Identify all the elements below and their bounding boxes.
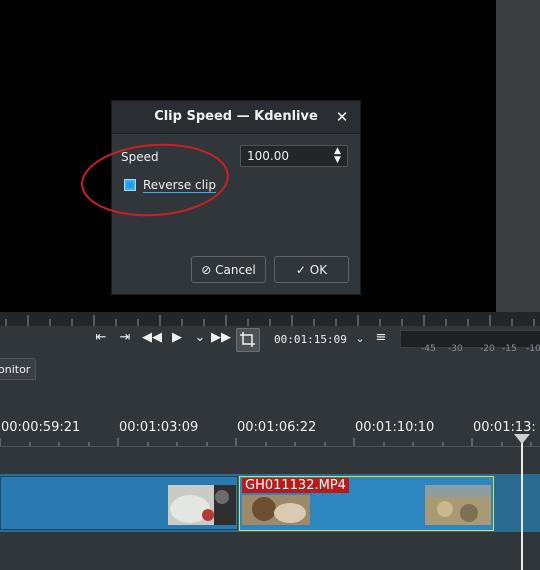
ok-button[interactable]: ✓ OK <box>274 256 349 283</box>
playhead-marker-icon[interactable] <box>514 434 530 444</box>
timecode-display[interactable]: 00:01:15:09 <box>274 333 347 346</box>
fast-forward-icon[interactable]: ▶▶ <box>210 330 232 345</box>
clip-thumbnail <box>168 485 236 525</box>
ok-label: OK <box>309 263 328 277</box>
timeline-time-label: 00:01:10:10 <box>355 420 435 435</box>
cancel-icon: ⊘ <box>201 263 212 277</box>
set-zone-out-icon[interactable]: ⇥ <box>114 330 136 345</box>
monitor-ruler[interactable] <box>0 312 540 327</box>
rewind-icon[interactable]: ◀◀ <box>141 330 163 345</box>
panel-tab-bar <box>0 354 540 382</box>
meter-label: -45 <box>421 344 436 354</box>
playhead[interactable] <box>521 436 523 570</box>
timeline-time-label: 00:01:13: <box>473 420 536 435</box>
clip-thumbnail <box>425 485 491 525</box>
meter-label: -10 <box>526 344 540 354</box>
tab-monitor[interactable]: onitor <box>0 358 36 380</box>
timeline-clip[interactable] <box>0 476 238 530</box>
side-panel <box>496 0 540 312</box>
crop-icon[interactable] <box>236 328 260 352</box>
cancel-button[interactable]: ⊘ Cancel <box>191 256 266 283</box>
spin-down-icon[interactable]: ▼ <box>334 155 341 165</box>
speed-spinbox[interactable]: 100.00 ▲ ▼ <box>240 145 348 167</box>
dialog-titlebar: Clip Speed — Kdenlive ✕ <box>112 101 360 134</box>
tab-monitor-label: onitor <box>0 363 31 376</box>
menu-icon[interactable]: ≡ <box>370 330 392 345</box>
play-icon[interactable]: ▶ <box>166 330 188 345</box>
close-icon[interactable]: ✕ <box>332 107 352 127</box>
cancel-label: Cancel <box>215 263 256 277</box>
ruler-ticks <box>5 315 535 327</box>
speed-value[interactable]: 100.00 <box>247 149 289 163</box>
set-zone-in-icon[interactable]: ⇤ <box>90 330 112 345</box>
clip-thumbnail <box>242 495 310 525</box>
timeline-time-label: 00:01:03:09 <box>119 420 199 435</box>
clip-name-label: GH011132.MP4 <box>242 478 349 493</box>
play-options-chevron-icon[interactable]: ⌄ <box>189 330 211 345</box>
timeline-time-label: 00:00:59:21 <box>1 420 81 435</box>
dialog-title: Clip Speed — Kdenlive <box>154 109 318 124</box>
meter-label: -20 <box>480 344 495 354</box>
check-icon: ✓ <box>295 263 306 277</box>
timeline-time-label: 00:01:06:22 <box>237 420 317 435</box>
timecode-spin-icon[interactable]: ⌄ <box>349 332 371 345</box>
meter-label: -15 <box>502 344 517 354</box>
meter-label: -30 <box>448 344 463 354</box>
